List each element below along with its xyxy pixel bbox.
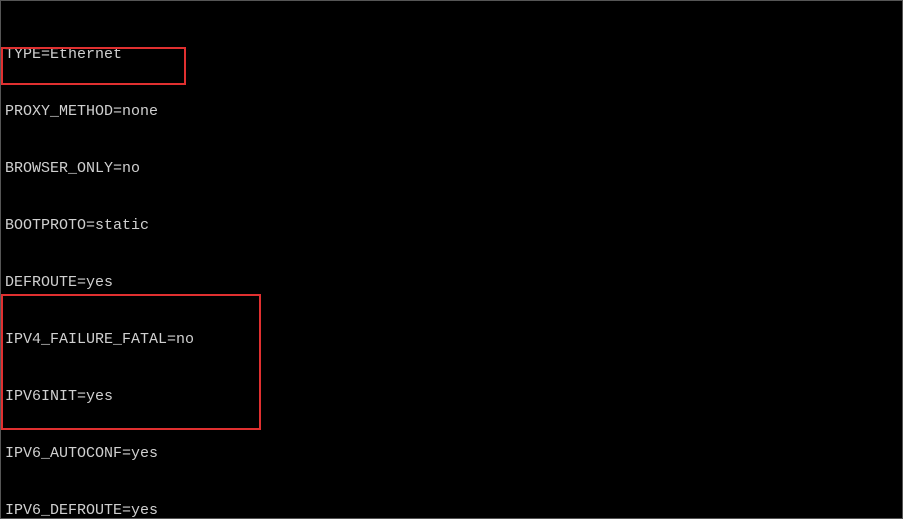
config-line: IPV6_DEFROUTE=yes [5,501,898,519]
terminal-output[interactable]: TYPE=Ethernet PROXY_METHOD=none BROWSER_… [5,7,898,519]
config-line: PROXY_METHOD=none [5,102,898,121]
config-line: DEFROUTE=yes [5,273,898,292]
config-line: IPV6INIT=yes [5,387,898,406]
config-line: IPV6_AUTOCONF=yes [5,444,898,463]
config-line: BROWSER_ONLY=no [5,159,898,178]
config-line: IPV4_FAILURE_FATAL=no [5,330,898,349]
config-line: TYPE=Ethernet [5,45,898,64]
config-line-bootproto: BOOTPROTO=static [5,216,898,235]
